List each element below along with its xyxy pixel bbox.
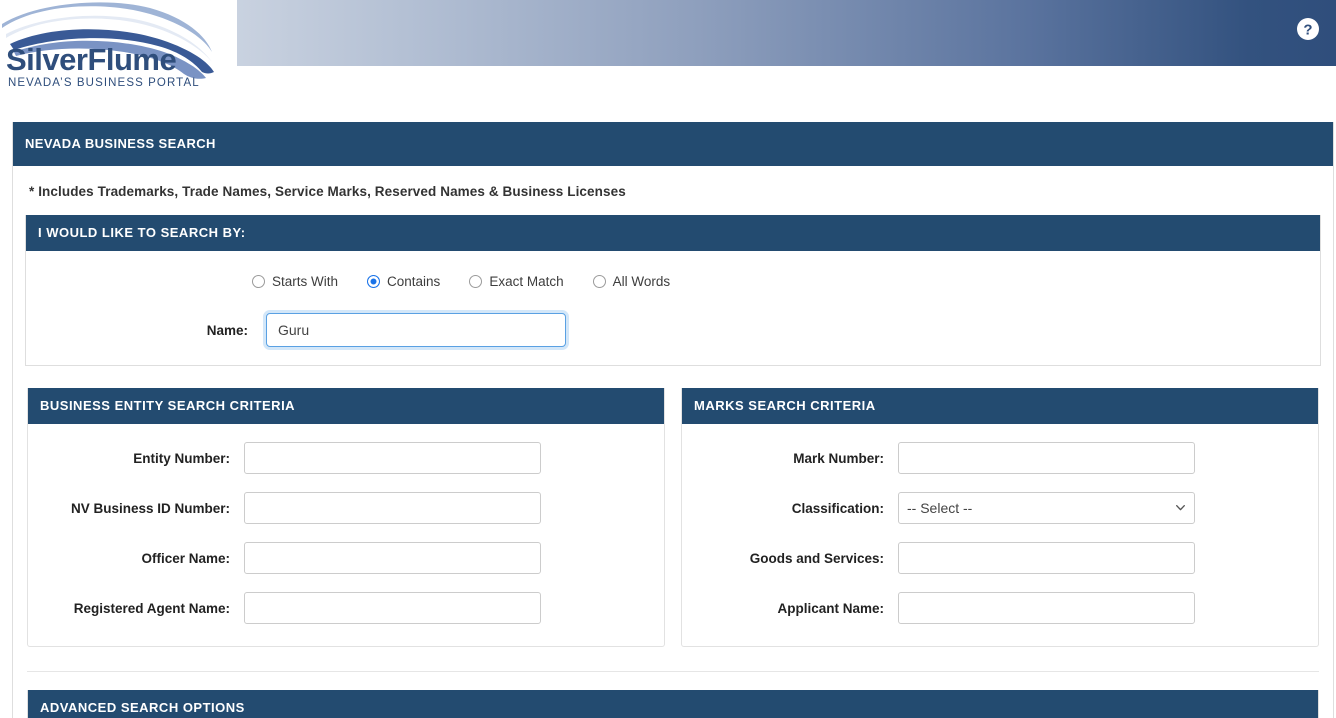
search-by-section: I WOULD LIKE TO SEARCH BY: Starts With C… <box>25 215 1321 366</box>
advanced-search-options-header[interactable]: ADVANCED SEARCH OPTIONS <box>28 690 1318 718</box>
name-input[interactable] <box>266 313 566 347</box>
business-entity-body: Entity Number: NV Business ID Number: Of… <box>28 424 664 624</box>
header-gradient-banner <box>237 0 1336 66</box>
svg-text:SilverFlume: SilverFlume <box>6 42 176 77</box>
panel-content: * Includes Trademarks, Trade Names, Serv… <box>13 166 1333 718</box>
radio-contains-mark[interactable] <box>367 274 381 288</box>
advanced-search-options-section[interactable]: ADVANCED SEARCH OPTIONS <box>27 690 1319 718</box>
registered-agent-name-label: Registered Agent Name: <box>73 600 230 616</box>
registered-agent-name-input[interactable] <box>244 592 541 624</box>
radio-starts-with-label: Starts With <box>272 273 339 289</box>
includes-note: * Includes Trademarks, Trade Names, Serv… <box>29 184 626 199</box>
mark-number-label: Mark Number: <box>793 450 884 466</box>
radio-exact-match-mark[interactable] <box>469 274 483 288</box>
field-row-registered-agent-name: Registered Agent Name: <box>28 592 664 624</box>
site-header: SilverFlume NEVADA’S BUSINESS PORTAL ? <box>0 0 1336 89</box>
entity-number-label: Entity Number: <box>133 450 230 466</box>
section-divider <box>27 671 1319 672</box>
radio-exact-match[interactable]: Exact Match <box>469 273 564 289</box>
radio-contains-label: Contains <box>387 273 441 289</box>
field-row-entity-number: Entity Number: <box>28 442 664 474</box>
classification-select-wrap: -- Select -- <box>898 492 1195 524</box>
field-row-nv-business-id: NV Business ID Number: <box>28 492 664 524</box>
field-row-officer-name: Officer Name: <box>28 542 664 574</box>
marks-header: MARKS SEARCH CRITERIA <box>682 388 1318 424</box>
goods-and-services-label: Goods and Services: <box>749 550 884 566</box>
field-row-classification: Classification: -- Select -- <box>682 492 1318 524</box>
svg-text:?: ? <box>1303 22 1312 39</box>
radio-starts-with[interactable]: Starts With <box>252 274 338 289</box>
field-row-mark-number: Mark Number: <box>682 442 1318 474</box>
name-field-row: Name: <box>26 313 1320 347</box>
nevada-business-search-panel: NEVADA BUSINESS SEARCH * Includes Tradem… <box>12 122 1334 718</box>
search-by-header: I WOULD LIKE TO SEARCH BY: <box>26 215 1320 251</box>
mark-number-input[interactable] <box>898 442 1195 474</box>
name-input-holder <box>266 313 566 347</box>
business-entity-header: BUSINESS ENTITY SEARCH CRITERIA <box>28 388 664 424</box>
applicant-name-label: Applicant Name: <box>777 600 884 616</box>
classification-select[interactable]: -- Select -- <box>898 492 1195 524</box>
business-entity-criteria-panel: BUSINESS ENTITY SEARCH CRITERIA Entity N… <box>27 388 665 647</box>
svg-text:NEVADA’S BUSINESS PORTAL: NEVADA’S BUSINESS PORTAL <box>8 77 200 89</box>
field-row-applicant-name: Applicant Name: <box>682 592 1318 624</box>
page-title: NEVADA BUSINESS SEARCH <box>13 122 1333 166</box>
radio-all-words-mark[interactable] <box>592 274 606 288</box>
classification-label: Classification: <box>791 500 884 516</box>
officer-name-label: Officer Name: <box>141 550 230 566</box>
page-body: NEVADA BUSINESS SEARCH * Includes Tradem… <box>0 66 1336 718</box>
field-row-goods-and-services: Goods and Services: <box>682 542 1318 574</box>
silverflume-logo[interactable]: SilverFlume NEVADA’S BUSINESS PORTAL <box>0 0 240 96</box>
nv-business-id-label: NV Business ID Number: <box>70 500 230 516</box>
entity-number-input[interactable] <box>244 442 541 474</box>
help-button[interactable]: ? <box>1296 17 1320 41</box>
radio-all-words-label: All Words <box>612 273 671 289</box>
match-type-radio-group: Starts With Contains Exact Match All Wor… <box>26 267 1320 295</box>
radio-starts-with-mark[interactable] <box>252 274 265 288</box>
search-by-body: Starts With Contains Exact Match All Wor… <box>26 251 1320 365</box>
nv-business-id-input[interactable] <box>244 492 541 524</box>
radio-contains[interactable]: Contains <box>367 274 440 289</box>
marks-body: Mark Number: Classification: -- Select -… <box>682 424 1318 624</box>
help-circle-icon: ? <box>1297 18 1319 40</box>
criteria-columns: BUSINESS ENTITY SEARCH CRITERIA Entity N… <box>25 388 1321 647</box>
applicant-name-input[interactable] <box>898 592 1195 624</box>
wave-swoosh-logo-icon: SilverFlume NEVADA’S BUSINESS PORTAL <box>2 2 214 89</box>
goods-and-services-input[interactable] <box>898 542 1195 574</box>
officer-name-input[interactable] <box>244 542 541 574</box>
name-label: Name: <box>206 322 248 338</box>
radio-exact-match-label: Exact Match <box>489 273 564 289</box>
radio-all-words[interactable]: All Words <box>592 273 671 289</box>
marks-criteria-panel: MARKS SEARCH CRITERIA Mark Number: Class… <box>681 388 1319 647</box>
